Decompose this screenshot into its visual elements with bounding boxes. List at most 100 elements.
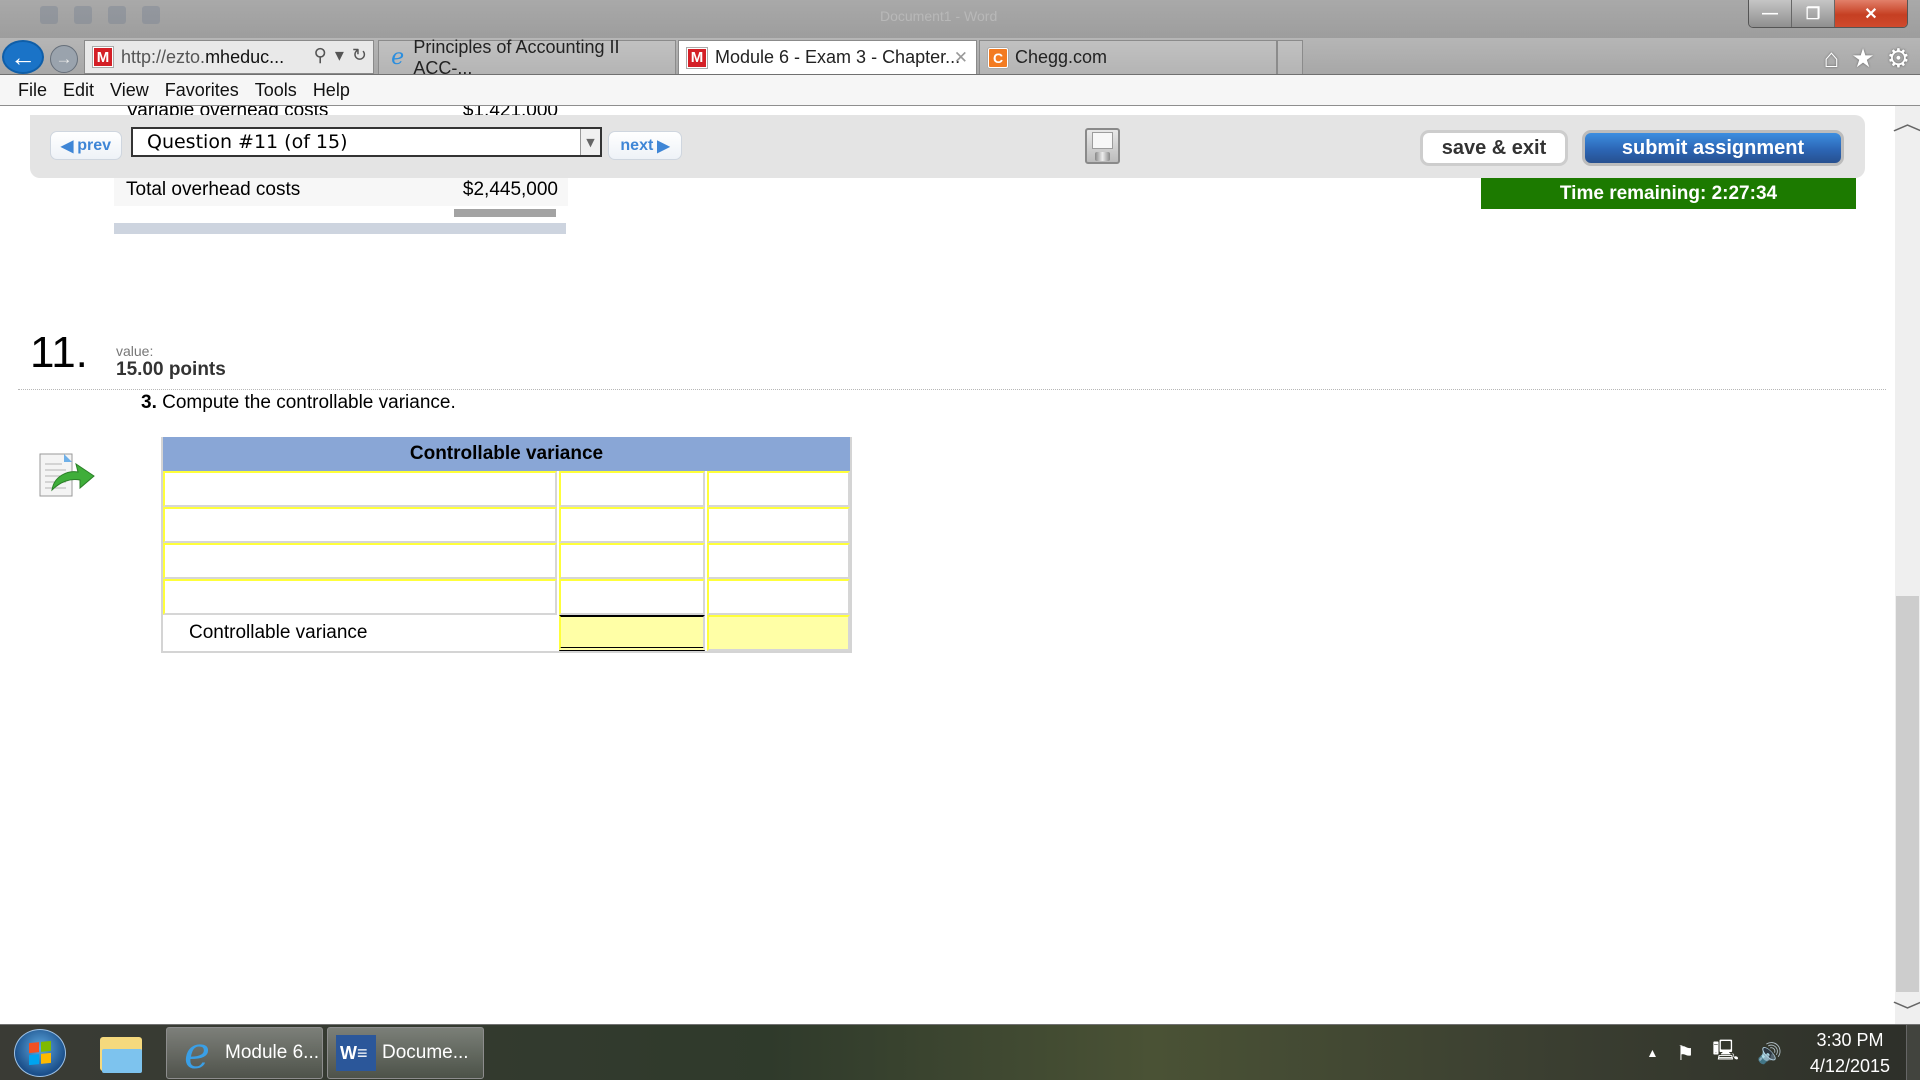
value-label: value:: [116, 343, 154, 359]
taskbar-item-internet-explorer[interactable]: e Module 6...: [166, 1027, 323, 1079]
menu-tools[interactable]: Tools: [255, 80, 297, 101]
close-button[interactable]: ✕: [1835, 0, 1907, 27]
prev-label: prev: [77, 136, 112, 154]
scroll-down-arrow-icon[interactable]: ﹀: [1889, 994, 1920, 1024]
controllable-variance-amount-input[interactable]: [558, 615, 705, 651]
window-title: Document1 - Word: [880, 8, 998, 24]
tab-chegg[interactable]: C Chegg.com: [979, 40, 1277, 74]
amount-input[interactable]: [558, 471, 705, 507]
taskbar-item-label: Module 6...: [225, 1042, 319, 1063]
question-prompt: 3. Compute the controllable variance.: [141, 392, 456, 414]
taskbar-item-word[interactable]: W≡ Docume...: [327, 1027, 484, 1079]
address-scheme: http://ezto.: [121, 46, 206, 67]
tab-principles-of-accounting[interactable]: e Principles of Accounting II ACC-...: [378, 37, 676, 78]
save-exit-button[interactable]: save & exit: [1420, 130, 1568, 166]
scroll-up-arrow-icon[interactable]: ︿: [1889, 106, 1920, 136]
triangle-right-icon: ▶: [657, 137, 670, 155]
start-button[interactable]: [14, 1029, 66, 1077]
question-points: 15.00 points: [116, 359, 226, 380]
action-center-flag-icon[interactable]: ⚑: [1676, 1041, 1694, 1066]
gear-icon[interactable]: ⚙: [1887, 43, 1910, 74]
dropdown-arrow-icon[interactable]: ▼: [580, 129, 600, 155]
menu-favorites[interactable]: Favorites: [165, 80, 239, 101]
next-label: next: [620, 136, 654, 154]
menu-help[interactable]: Help: [313, 80, 350, 101]
menu-file[interactable]: File: [18, 80, 47, 101]
minimize-button[interactable]: —: [1749, 0, 1792, 27]
refresh-icon[interactable]: ↻: [352, 45, 367, 66]
label-input[interactable]: [163, 507, 557, 543]
result-input[interactable]: [706, 507, 850, 543]
browser-toolbar-icons: ⌂ ★ ⚙: [1824, 43, 1910, 74]
home-icon[interactable]: ⌂: [1824, 43, 1840, 74]
maximize-button[interactable]: ❐: [1792, 0, 1835, 27]
redo-icon: [142, 6, 160, 24]
windows-taskbar: e Module 6... W≡ Docume... ▲ ⚑ 🖳 🔊 3:30 …: [0, 1024, 1920, 1080]
close-tab-icon[interactable]: ✕: [954, 48, 968, 68]
file-explorer-icon[interactable]: [98, 1033, 146, 1075]
window-titlebar: Document1 - Word — ❐ ✕: [0, 0, 1920, 38]
vertical-scrollbar[interactable]: ︿ ﹀: [1893, 106, 1920, 1024]
time-remaining: Time remaining: 2:27:34: [1481, 178, 1856, 209]
table-row: [163, 471, 850, 507]
menu-view[interactable]: View: [110, 80, 149, 101]
save-disk-icon[interactable]: [1085, 128, 1120, 164]
new-tab-button[interactable]: [1277, 40, 1303, 74]
quick-access-toolbar: [40, 6, 160, 24]
window-controls: — ❐ ✕: [1748, 0, 1908, 28]
divider: [18, 389, 1886, 390]
label-input[interactable]: [163, 579, 557, 615]
submit-assignment-button[interactable]: submit assignment: [1582, 130, 1844, 166]
table-footer-bar: [114, 223, 566, 234]
total-overhead-row: Total overhead costs $2,445,000: [114, 174, 568, 206]
forward-button[interactable]: →: [50, 45, 78, 73]
question-select[interactable]: Question #11 (of 15) ▼: [131, 127, 602, 157]
total-overhead-label: Total overhead costs: [126, 179, 301, 200]
clock-date: 4/12/2015: [1809, 1056, 1890, 1076]
system-tray: ▲ ⚑ 🖳 🔊 3:30 PM 4/12/2015: [1647, 1025, 1891, 1080]
tab-module-6-exam[interactable]: M Module 6 - Exam 3 - Chapter... ✕: [678, 40, 977, 74]
label-input[interactable]: [163, 543, 557, 579]
result-input[interactable]: [706, 543, 850, 579]
controllable-variance-table: Controllable variance Controllable varia…: [161, 437, 852, 653]
windows-logo-icon: [29, 1040, 51, 1066]
undo-icon: [108, 6, 126, 24]
show-hidden-icons-icon[interactable]: ▲: [1647, 1046, 1659, 1060]
volume-icon[interactable]: 🔊: [1757, 1041, 1782, 1066]
assignment-toolbar: ◀ prev Question #11 (of 15) ▼ next ▶ sav…: [30, 115, 1865, 178]
clock-time: 3:30 PM: [1816, 1030, 1884, 1050]
prompt-text: Compute the controllable variance.: [162, 392, 456, 413]
word-icon: [40, 6, 58, 24]
amount-input[interactable]: [558, 543, 705, 579]
question-number: 11.: [30, 328, 88, 377]
tab-label: Principles of Accounting II ACC-...: [413, 36, 620, 78]
table-total-row: Controllable variance: [163, 615, 850, 651]
internet-explorer-icon: e: [183, 1027, 211, 1079]
tab-label: Module 6 - Exam 3 - Chapter...: [715, 47, 961, 67]
table-row: [163, 543, 850, 579]
star-icon[interactable]: ★: [1851, 43, 1874, 74]
back-button[interactable]: ←: [2, 40, 44, 74]
menu-edit[interactable]: Edit: [63, 80, 94, 101]
scrollbar-thumb[interactable]: [1896, 596, 1919, 992]
amount-input[interactable]: [558, 507, 705, 543]
save-icon: [74, 6, 92, 24]
part-number: 3.: [141, 392, 157, 413]
address-bar[interactable]: M http://ezto. mheduc... ⚲ ▾ ↻: [84, 40, 374, 74]
result-input[interactable]: [706, 579, 850, 615]
show-desktop-button[interactable]: [1906, 1025, 1920, 1080]
network-icon[interactable]: 🖳: [1712, 1036, 1739, 1070]
amount-input[interactable]: [558, 579, 705, 615]
chevron-down-icon[interactable]: ▾: [335, 45, 344, 66]
system-clock[interactable]: 3:30 PM 4/12/2015: [1810, 1027, 1890, 1079]
mcgraw-hill-favicon-icon: M: [687, 47, 707, 68]
next-button[interactable]: next ▶: [608, 131, 682, 160]
label-input[interactable]: [163, 471, 557, 507]
prev-button[interactable]: ◀ prev: [50, 131, 122, 160]
reference-document-icon[interactable]: [38, 450, 96, 500]
internet-explorer-icon: e: [391, 45, 405, 70]
controllable-variance-type-input[interactable]: [706, 615, 850, 651]
search-icon[interactable]: ⚲: [314, 45, 327, 66]
result-input[interactable]: [706, 471, 850, 507]
menu-bar: File Edit View Favorites Tools Help: [0, 74, 1920, 106]
